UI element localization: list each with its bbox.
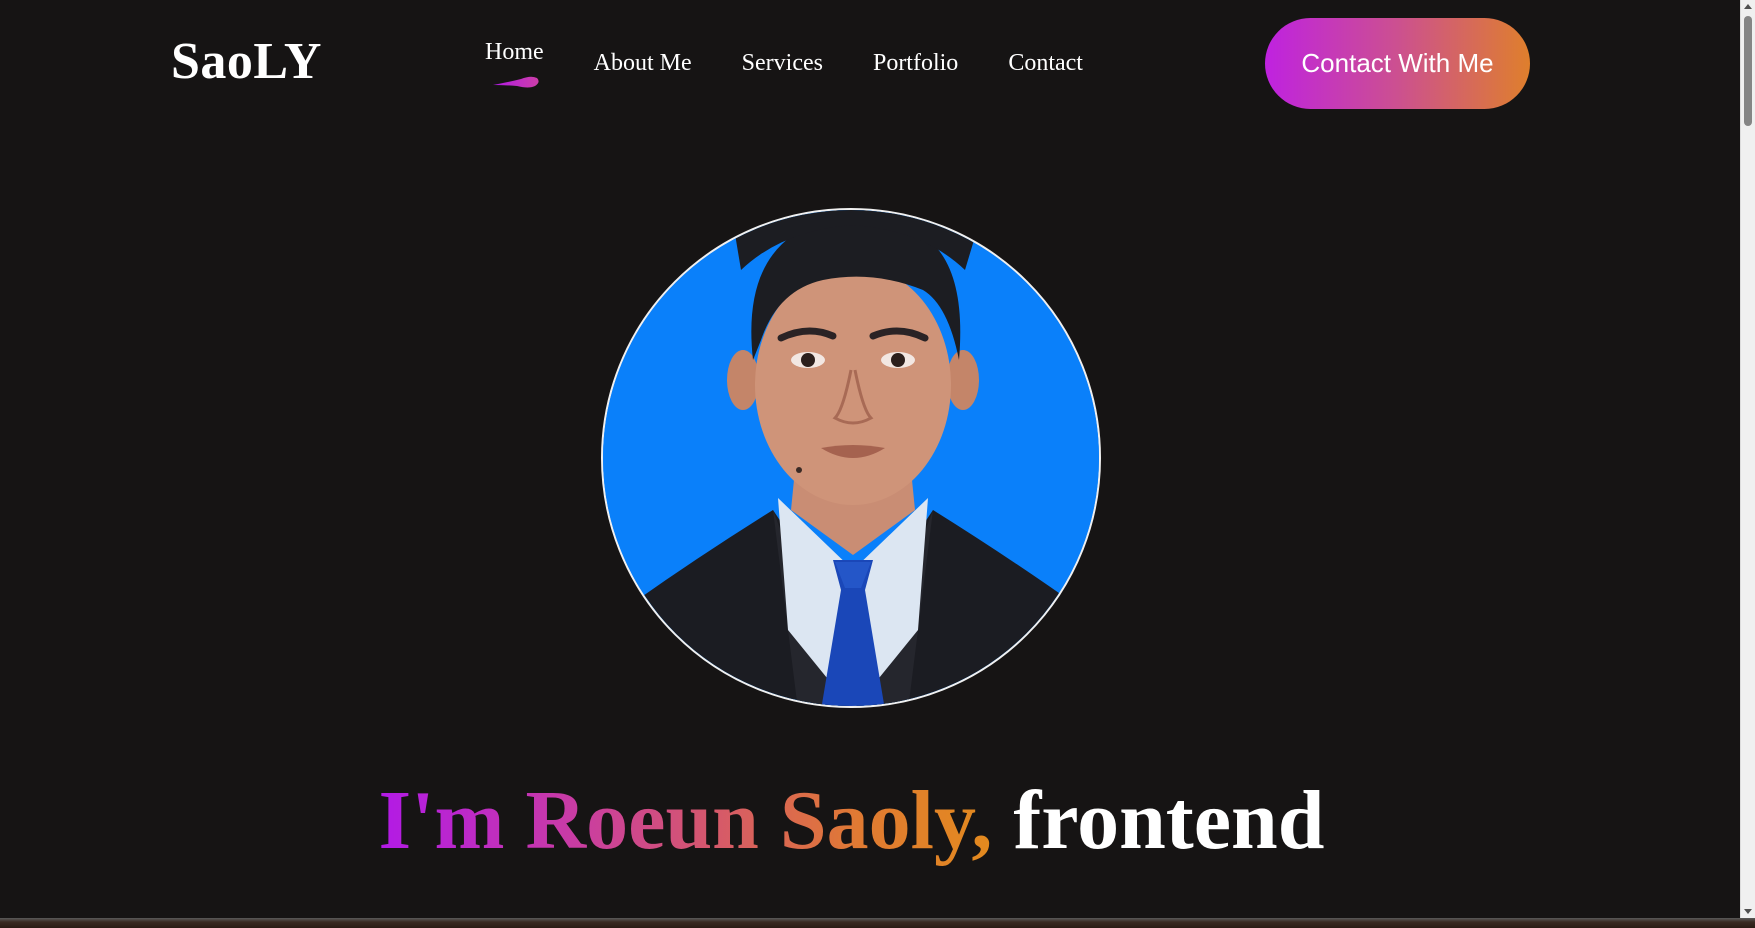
hero-title: I'm Roeun Saoly, frontend [0, 772, 1755, 869]
nav-item-label: Home [485, 39, 544, 65]
window-bottom-edge [0, 918, 1755, 928]
nav-item-label: Portfolio [872, 50, 959, 76]
nav-item-services[interactable]: Services [742, 30, 823, 77]
nav-item-label: About Me [593, 50, 692, 76]
nav-item-about[interactable]: About Me [594, 30, 692, 77]
nav-item-label: Contact [1008, 50, 1083, 76]
drop-underline-icon [493, 76, 539, 88]
hero-title-role: frontend [992, 774, 1325, 867]
hero-title-name: I'm Roeun Saoly, [378, 774, 993, 867]
profile-photo [603, 210, 1099, 706]
logo[interactable]: SaoLY [171, 32, 322, 91]
main-nav: Home About Me Services Portfolio Contact [485, 30, 1133, 88]
avatar [601, 208, 1101, 708]
nav-item-contact[interactable]: Contact [1008, 30, 1083, 77]
scroll-up-icon[interactable] [1744, 4, 1752, 9]
nav-item-home[interactable]: Home [485, 30, 544, 88]
contact-with-me-button[interactable]: Contact With Me [1265, 18, 1530, 109]
page: SaoLY Home About Me Services Portfolio C… [0, 0, 1755, 928]
scroll-thumb[interactable] [1744, 16, 1752, 126]
nav-item-portfolio[interactable]: Portfolio [873, 30, 958, 77]
nav-item-label: Services [741, 50, 823, 76]
scroll-down-icon[interactable] [1744, 909, 1752, 914]
vertical-scrollbar[interactable] [1740, 0, 1755, 918]
